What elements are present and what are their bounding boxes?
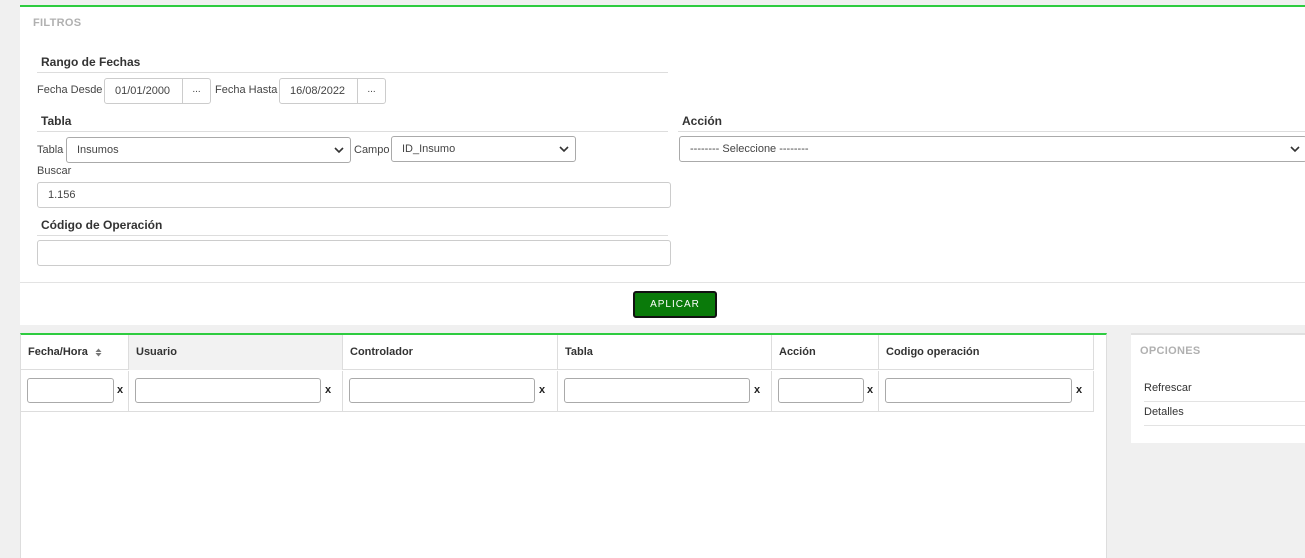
clear-filter-button[interactable]: x [325, 384, 331, 396]
date-to-picker-button[interactable]: ... [357, 78, 386, 104]
table-label: Tabla [37, 144, 64, 156]
clear-filter-button[interactable]: x [867, 384, 873, 396]
action-select-value: -------- Seleccione -------- [690, 143, 809, 155]
field-label: Campo [354, 144, 390, 156]
action-select[interactable]: -------- Seleccione -------- [679, 136, 1305, 162]
clear-filter-button[interactable]: x [117, 384, 123, 396]
filter-cell-datetime: x [21, 371, 129, 412]
date-to-label: Fecha Hasta [215, 84, 278, 96]
chevron-down-icon [334, 147, 344, 154]
clear-filter-button[interactable]: x [1076, 384, 1082, 396]
date-to-input[interactable] [279, 78, 358, 104]
log-grid: Fecha/Hora Usuario Controlador Tabla Acc… [20, 333, 1107, 558]
filters-title: FILTROS [33, 17, 82, 29]
action-section-title: Acción [678, 114, 1305, 132]
search-label: Buscar [37, 165, 72, 177]
grid-filter-row: x x x x x x [21, 371, 1094, 412]
filter-input-user[interactable] [135, 378, 321, 403]
table-section-title: Tabla [37, 114, 668, 132]
table-select-value: Insumos [77, 144, 119, 156]
column-header-table[interactable]: Tabla [558, 335, 772, 370]
clear-filter-button[interactable]: x [539, 384, 545, 396]
date-from-label: Fecha Desde [37, 84, 103, 96]
field-select-value: ID_Insumo [402, 143, 456, 155]
operation-code-title: Código de Operación [37, 218, 668, 236]
filter-cell-action: x [772, 371, 879, 412]
apply-button[interactable]: APLICAR [633, 291, 717, 318]
options-title: OPCIONES [1140, 345, 1201, 357]
column-header-operation-code[interactable]: Codigo operación [879, 335, 1094, 370]
column-header-action[interactable]: Acción [772, 335, 879, 370]
options-panel: OPCIONES Refrescar Detalles [1131, 333, 1305, 443]
details-option[interactable]: Detalles [1144, 402, 1305, 426]
refresh-option[interactable]: Refrescar [1144, 378, 1305, 402]
table-select[interactable]: Insumos [66, 137, 351, 163]
grid-header: Fecha/Hora Usuario Controlador Tabla Acc… [21, 335, 1094, 370]
clear-filter-button[interactable]: x [754, 384, 760, 396]
filters-panel: FILTROS Rango de Fechas Fecha Desde ... … [20, 5, 1305, 325]
date-range-title: Rango de Fechas [37, 55, 668, 73]
column-header-datetime[interactable]: Fecha/Hora [21, 335, 129, 370]
filter-input-action[interactable] [778, 378, 864, 403]
filter-input-operation-code[interactable] [885, 378, 1072, 403]
filter-input-datetime[interactable] [27, 378, 114, 403]
filter-cell-table: x [558, 371, 772, 412]
filter-input-controller[interactable] [349, 378, 535, 403]
chevron-down-icon [1290, 146, 1300, 153]
column-header-controller[interactable]: Controlador [343, 335, 558, 370]
search-input[interactable] [37, 182, 671, 208]
filter-cell-user: x [129, 371, 343, 412]
filters-divider [20, 282, 1305, 283]
filter-cell-controller: x [343, 371, 558, 412]
sort-icon[interactable] [95, 348, 102, 357]
operation-code-input[interactable] [37, 240, 671, 266]
column-header-label: Fecha/Hora [28, 346, 88, 358]
field-select[interactable]: ID_Insumo [391, 136, 576, 162]
chevron-down-icon [559, 146, 569, 153]
filter-input-table[interactable] [564, 378, 750, 403]
date-from-input[interactable] [104, 78, 183, 104]
filter-cell-operation-code: x [879, 371, 1094, 412]
date-from-picker-button[interactable]: ... [182, 78, 211, 104]
column-header-user[interactable]: Usuario [129, 335, 343, 370]
